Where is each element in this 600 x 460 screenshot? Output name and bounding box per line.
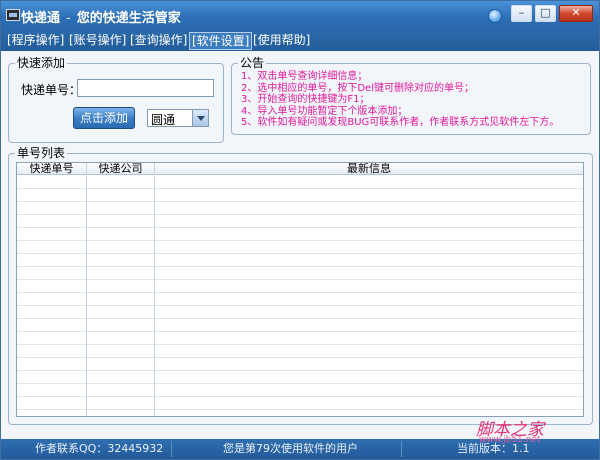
notice-line: 2、选中相应的单号，按下Del键可删除对应的单号； <box>241 82 474 94</box>
author-contact: 作者联系QQ：32445932 <box>35 442 164 455</box>
quick-add-group: 快速添加 <box>8 56 224 143</box>
usage-count: 您是第79次使用软件的用户 <box>223 442 358 455</box>
minimize-icon: – <box>518 6 525 19</box>
list-header: 快递单号 快递公司 最新信息 <box>17 163 583 175</box>
menu-account[interactable]: [账号操作] <box>67 32 128 50</box>
tracking-number-label: 快递单号： <box>21 83 82 97</box>
menu-program[interactable]: [程序操作] <box>5 32 66 50</box>
column-header-tracking-number[interactable]: 快递单号 <box>17 163 87 175</box>
minimize-button[interactable]: – <box>511 5 532 22</box>
notice-line: 5、软件如有疑问或发现BUG可联系作者，作者联系方式见软件左下方。 <box>241 117 560 128</box>
notice-line: 3、开始查询的快捷键为F1； <box>241 94 370 105</box>
status-divider <box>401 441 402 457</box>
title-bar[interactable]: 快递通 - 您的快递生活管家 – □ ✕ <box>1 1 599 31</box>
close-icon: ✕ <box>571 6 581 19</box>
tracking-list-title: 单号列表 <box>15 146 68 160</box>
menu-query[interactable]: [查询操作] <box>128 32 189 50</box>
chevron-down-icon[interactable] <box>192 110 208 126</box>
maximize-button[interactable]: □ <box>535 5 556 22</box>
column-divider <box>86 176 87 416</box>
menu-settings[interactable]: [软件设置] <box>189 32 253 50</box>
column-divider <box>154 176 155 416</box>
maximize-icon: □ <box>540 6 551 19</box>
notice-title: 公告 <box>238 56 267 70</box>
add-button[interactable]: 点击添加 <box>73 107 135 129</box>
tracking-list[interactable]: 快递单号 快递公司 最新信息 <box>16 162 584 417</box>
notice-content: 1、双击单号查询详细信息； 2、选中相应的单号，按下Del键可删除对应的单号； … <box>241 71 591 129</box>
window-title: 快递通 - 您的快递生活管家 <box>21 11 181 26</box>
notice-line: 1、双击单号查询详细信息； <box>241 71 368 82</box>
app-slogan: 您的快递生活管家 <box>76 11 181 26</box>
globe-icon[interactable] <box>488 9 502 23</box>
notice-line: 4、导入单号功能暂定下个版本添加； <box>241 105 408 117</box>
tracking-number-input[interactable] <box>77 79 214 97</box>
courier-select[interactable]: 圆通 <box>147 109 209 127</box>
watermark-url: www.jb51.net <box>479 435 541 445</box>
app-window: 快递通 - 您的快递生活管家 – □ ✕ [程序操作] [账号操作] [查询操作] … <box>0 0 600 460</box>
menu-bar: [程序操作] [账号操作] [查询操作] [软件设置] [使用帮助] <box>1 31 599 51</box>
app-name: 快递通 <box>21 11 61 26</box>
app-icon <box>6 9 20 21</box>
quick-add-title: 快速添加 <box>15 56 68 70</box>
status-divider <box>171 441 172 457</box>
close-button[interactable]: ✕ <box>559 5 593 22</box>
column-header-courier[interactable]: 快递公司 <box>87 163 155 175</box>
menu-help[interactable]: [使用帮助] <box>251 32 312 50</box>
courier-selected-value: 圆通 <box>151 113 176 127</box>
list-rows <box>17 176 583 416</box>
column-header-latest-info[interactable]: 最新信息 <box>155 163 583 175</box>
